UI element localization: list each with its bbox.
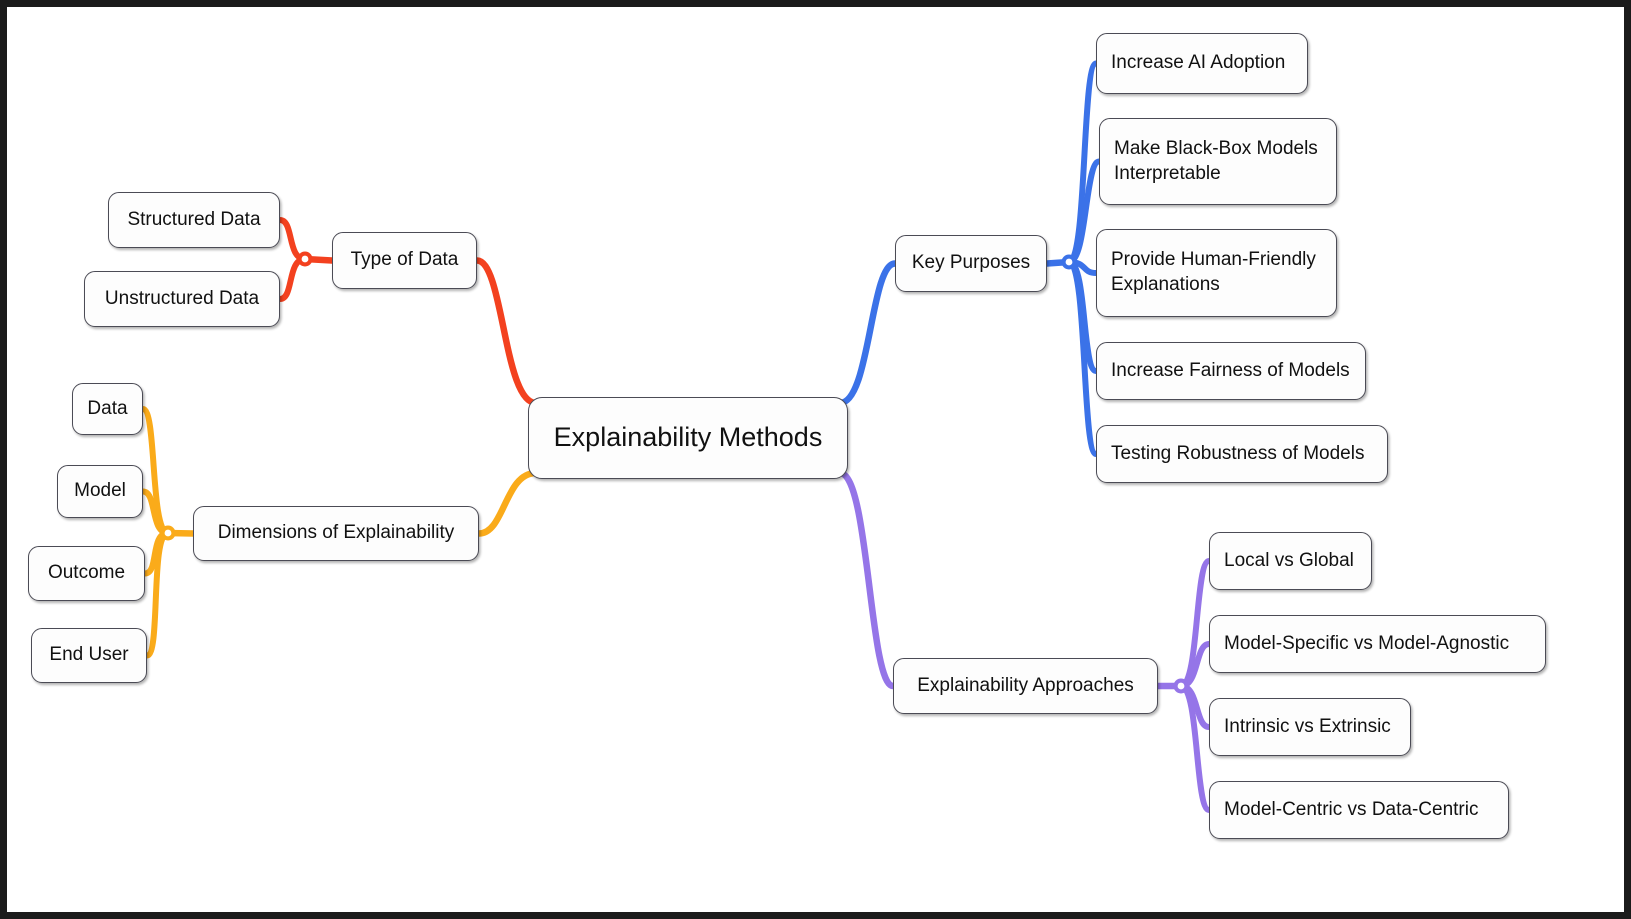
branch-dimensions-of-explainability-child-data-label: Data [87, 397, 128, 419]
branch-explainability-approaches-child-model-specific-vs-model-agnostic[interactable]: Model-Specific vs Model-Agnostic [1209, 615, 1546, 673]
connector-line [1178, 683, 1212, 730]
branch-type-of-data-junction [297, 251, 313, 267]
branch-type-of-data-node[interactable]: Type of Data [332, 232, 477, 289]
connector-line [144, 530, 171, 659]
branch-type-of-data-child-unstructured-data-label: Unstructured Data [104, 287, 260, 309]
branch-explainability-approaches-junction [1173, 678, 1189, 694]
branch-key-purposes-junction-center [1065, 258, 1073, 266]
connector-line [1066, 158, 1102, 265]
connector-line [1178, 641, 1212, 689]
connector-line [301, 255, 336, 264]
branch-type-of-data-child-unstructured-data[interactable]: Unstructured Data [84, 271, 280, 327]
connector-line [1066, 259, 1099, 374]
center-node[interactable]: Explainability Methods [528, 397, 848, 479]
branch-explainability-approaches-node-label: Explainability Approaches [917, 674, 1134, 696]
branch-type-of-data-child-structured-data-label: Structured Data [127, 208, 261, 230]
connector-line [277, 217, 308, 262]
branch-key-purposes-child-make-black-box-models-interpretable-label: Make Black-Box Models Interpretable [1114, 137, 1318, 184]
branch-key-purposes-child-increase-ai-adoption-label: Increase AI Adoption [1111, 52, 1286, 74]
branch-dimensions-of-explainability-child-end-user-label: End User [49, 644, 129, 666]
connector-line [164, 529, 197, 537]
branch-key-purposes-child-increase-fairness-of-models-label: Increase Fairness of Models [1111, 359, 1350, 381]
branch-explainability-approaches-child-intrinsic-vs-extrinsic[interactable]: Intrinsic vs Extrinsic [1209, 698, 1411, 756]
branch-type-of-data-node-label: Type of Data [350, 249, 459, 271]
branch-explainability-approaches-child-model-specific-vs-model-agnostic-label: Model-Specific vs Model-Agnostic [1224, 632, 1510, 654]
connector-line [475, 469, 540, 537]
connector-line [142, 530, 171, 577]
branch-dimensions-of-explainability-child-end-user[interactable]: End User [31, 628, 147, 683]
connector-line [836, 260, 899, 407]
connector-line [1066, 259, 1099, 457]
branch-key-purposes-node[interactable]: Key Purposes [895, 235, 1047, 292]
branch-key-purposes-child-testing-robustness-of-models[interactable]: Testing Robustness of Models [1096, 425, 1388, 483]
connector-line [277, 256, 308, 302]
branch-dimensions-of-explainability-node[interactable]: Dimensions of Explainability [193, 506, 479, 561]
mindmap-surface: Explainability Methods Type of Data Struct… [7, 7, 1624, 912]
connector-line [1178, 683, 1212, 813]
branch-key-purposes-child-provide-human-friendly-explanations-label: Provide Human-Friendly Explanations [1111, 249, 1316, 295]
connector-line [140, 406, 171, 536]
branch-explainability-approaches-child-intrinsic-vs-extrinsic-label: Intrinsic vs Extrinsic [1224, 715, 1391, 737]
branch-explainability-approaches-child-local-vs-global[interactable]: Local vs Global [1209, 532, 1372, 590]
branch-explainability-approaches-child-local-vs-global-label: Local vs Global [1224, 549, 1354, 571]
branch-key-purposes-child-provide-human-friendly-explanations[interactable]: Provide Human-Friendly Explanations [1096, 229, 1337, 317]
connector-line [1066, 259, 1099, 276]
branch-dimensions-of-explainability-junction [160, 525, 176, 541]
branch-dimensions-of-explainability-child-outcome-label: Outcome [47, 562, 126, 584]
connector-line [140, 488, 171, 536]
branch-key-purposes-child-testing-robustness-of-models-label: Testing Robustness of Models [1111, 442, 1365, 464]
mindmap-canvas: Explainability Methods Type of Data Struct… [0, 0, 1631, 919]
connector-line [836, 469, 897, 690]
branch-dimensions-of-explainability-child-outcome[interactable]: Outcome [28, 546, 145, 601]
branch-key-purposes-junction [1061, 254, 1077, 270]
branch-dimensions-of-explainability-junction-center [164, 529, 172, 537]
branch-key-purposes-child-increase-ai-adoption[interactable]: Increase AI Adoption [1096, 33, 1308, 94]
branch-key-purposes-node-label: Key Purposes [911, 252, 1031, 274]
branch-type-of-data-junction-center [301, 255, 309, 263]
connector-line [473, 257, 540, 407]
branch-type-of-data-child-structured-data[interactable]: Structured Data [108, 192, 280, 248]
connector-line [1043, 258, 1073, 267]
branch-key-purposes-child-make-black-box-models-interpretable[interactable]: Make Black-Box Models Interpretable [1099, 118, 1337, 205]
branch-dimensions-of-explainability-child-model-label: Model [74, 480, 126, 502]
branch-explainability-approaches-child-model-centric-vs-data-centric[interactable]: Model-Centric vs Data-Centric [1209, 781, 1509, 839]
branch-explainability-approaches-junction-center [1177, 682, 1185, 690]
branch-key-purposes-child-increase-fairness-of-models[interactable]: Increase Fairness of Models [1096, 342, 1366, 400]
connector-line [1178, 558, 1212, 689]
branch-explainability-approaches-node[interactable]: Explainability Approaches [893, 658, 1158, 714]
branch-dimensions-of-explainability-node-label: Dimensions of Explainability [217, 522, 455, 544]
connector-line [1066, 60, 1099, 265]
branch-explainability-approaches-child-model-centric-vs-data-centric-label: Model-Centric vs Data-Centric [1224, 798, 1479, 820]
branch-dimensions-of-explainability-child-data[interactable]: Data [72, 383, 143, 435]
branch-dimensions-of-explainability-child-model[interactable]: Model [57, 465, 143, 518]
center-node-label: Explainability Methods [553, 422, 823, 453]
